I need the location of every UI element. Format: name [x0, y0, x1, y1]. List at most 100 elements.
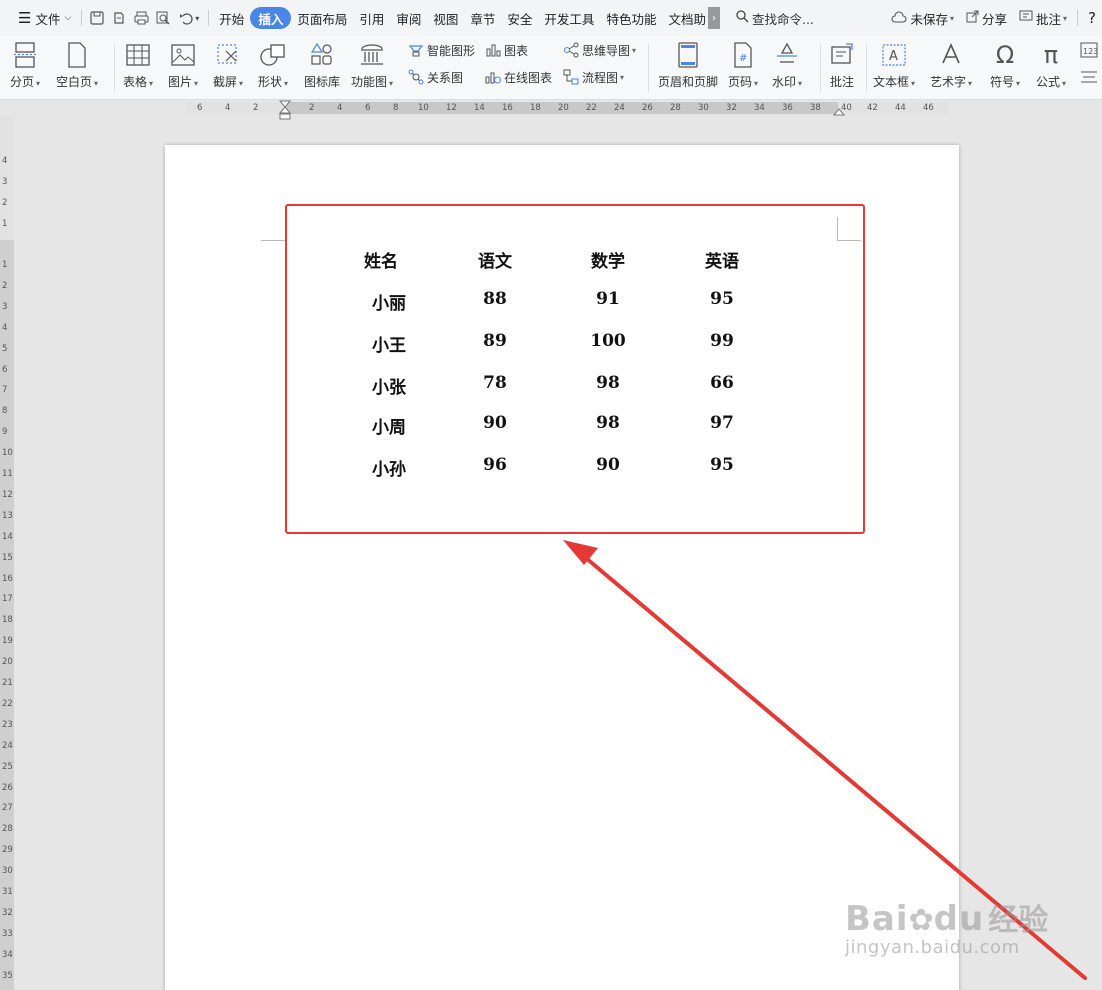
right-indent-marker-icon[interactable] — [833, 106, 845, 116]
chevron-down-icon: ▾ — [1062, 79, 1067, 88]
ruler-tick: 2 — [309, 103, 315, 113]
tab-features[interactable]: 特色功能 — [600, 7, 662, 29]
ruler-tick: 32 — [726, 103, 737, 113]
function-chart-button[interactable]: 功能图 ▾ — [351, 40, 393, 90]
chart-button[interactable]: 图表 — [484, 41, 528, 59]
save-icon[interactable] — [86, 7, 108, 29]
divider — [866, 44, 867, 92]
menubar-right: 未保存 ▾ 分享 批注 ▾ ? — [885, 0, 1102, 36]
number-button[interactable]: 123 — [1080, 42, 1098, 61]
relation-chart-button[interactable]: 关系图 — [407, 68, 463, 86]
document-page[interactable]: 姓名 语文 数学 英语 小丽 88 91 95 小王 89 100 99 小张 78 98 66 小周 90 98 9… — [165, 145, 959, 990]
indent-marker-icon[interactable] — [279, 100, 291, 122]
watermark-icon — [773, 40, 801, 70]
comment-button[interactable]: 批注 ▾ — [1013, 7, 1073, 29]
crop-mark — [261, 219, 285, 241]
divider — [81, 10, 83, 26]
flow-chart-button[interactable]: 流程图 ▾ — [562, 68, 624, 86]
share-button[interactable]: 分享 — [960, 7, 1013, 29]
command-search[interactable]: 查找命令... — [736, 9, 814, 28]
page-break-button[interactable]: 分页 ▾ — [10, 40, 40, 90]
ruler-tick: 1 — [2, 260, 8, 270]
divider — [820, 44, 821, 92]
ruler-tick: 1 — [2, 219, 8, 229]
annotation-button[interactable]: 批注 — [828, 40, 856, 90]
tab-doc-assistant[interactable]: 文档助 — [662, 7, 706, 29]
online-chart-button[interactable]: 在线图表 — [484, 68, 552, 86]
paw-icon: ✿ — [908, 903, 934, 938]
tab-developer[interactable]: 开发工具 — [538, 7, 600, 29]
ruler-tick: 2 — [2, 198, 8, 208]
page-number-icon: # — [729, 40, 757, 70]
ruler-tick: 26 — [2, 782, 13, 793]
tab-security[interactable]: 安全 — [501, 7, 538, 29]
tab-review[interactable]: 审阅 — [390, 7, 427, 29]
tab-home[interactable]: 开始 — [213, 7, 250, 29]
ruler-tick: 8 — [393, 103, 399, 113]
blank-page-button[interactable]: 空白页 ▾ — [56, 40, 98, 90]
picture-button[interactable]: 图片 ▾ — [168, 40, 198, 90]
chevron-down-icon: ▾ — [389, 79, 394, 88]
tab-references[interactable]: 引用 — [353, 7, 390, 29]
ruler-tick: 28 — [2, 824, 13, 835]
icon-library-button[interactable]: 图标库 — [304, 40, 340, 90]
ruler-tick: 14 — [2, 531, 13, 542]
ruler-tick: 18 — [530, 103, 541, 113]
ruler-tick: 16 — [502, 103, 513, 113]
print-icon[interactable] — [130, 7, 152, 29]
smart-art-icon — [407, 41, 425, 59]
symbol-button[interactable]: Ω 符号 ▾ — [990, 40, 1020, 90]
help-button[interactable]: ? — [1082, 7, 1102, 29]
ruler-tick: 26 — [642, 103, 653, 113]
shape-button[interactable]: 形状 ▾ — [258, 40, 288, 90]
export-pdf-icon[interactable] — [108, 7, 130, 29]
tab-page-layout[interactable]: 页面布局 — [291, 7, 353, 29]
scissors-icon — [214, 40, 242, 70]
chevron-down-icon: ▾ — [284, 79, 289, 88]
tabs-more-button[interactable]: › — [707, 7, 720, 29]
undo-icon[interactable]: ▾ — [174, 7, 204, 29]
word-art-button[interactable]: 艺术字 ▾ — [930, 40, 972, 90]
text-box-button[interactable]: A 文本框 ▾ — [873, 40, 915, 90]
comment-icon — [1019, 10, 1033, 26]
file-menu[interactable]: ☰ 文件 ⌵ — [12, 7, 77, 29]
divider — [208, 10, 210, 26]
align-text-button[interactable] — [1080, 70, 1098, 87]
screenshot-button[interactable]: 截屏 ▾ — [213, 40, 243, 90]
chevron-down-icon: ▾ — [949, 13, 954, 23]
page-number-button[interactable]: # 页码 ▾ — [728, 40, 758, 90]
tab-view[interactable]: 视图 — [427, 7, 464, 29]
highlight-box — [285, 204, 865, 534]
watermark-button[interactable]: 水印 ▾ — [772, 40, 802, 90]
menu-bar: ☰ 文件 ⌵ ▾ 开始 插入 页面布局 引用 审阅 视图 章节 安全 开发工具 … — [0, 0, 1102, 36]
divider — [648, 44, 649, 92]
text-box-icon: A — [880, 40, 908, 70]
vertical-ruler[interactable]: 4 3 2 1 1 2 3 4 5 6 7 8 9 10 11 12 13 14 15 16 17 18 19 20 21 22 2… — [0, 116, 14, 990]
table-button[interactable]: 表格 ▾ — [123, 40, 153, 90]
formula-button[interactable]: π 公式 ▾ — [1036, 40, 1066, 90]
horizontal-ruler[interactable]: 6 4 2 2 4 6 8 10 12 14 16 18 20 22 24 26… — [0, 100, 1102, 120]
ruler-tick: 8 — [2, 406, 8, 417]
align-lines-icon — [1080, 70, 1098, 87]
ruler-tick: 15 — [2, 552, 13, 563]
ruler-tick: 34 — [754, 103, 765, 113]
unsaved-button[interactable]: 未保存 ▾ — [885, 7, 960, 29]
smart-art-button[interactable]: 智能图形 — [407, 41, 475, 59]
svg-text:#: # — [739, 53, 747, 64]
svg-text:123: 123 — [1083, 47, 1098, 56]
tab-section[interactable]: 章节 — [464, 7, 501, 29]
ruler-tick: 19 — [2, 636, 13, 647]
ruler-tick: 4 — [337, 103, 343, 113]
ruler-tick: 6 — [365, 103, 371, 113]
ruler-tick: 6 — [197, 103, 203, 113]
ruler-tick: 13 — [2, 510, 13, 521]
word-art-icon — [937, 40, 965, 70]
chevron-down-icon: ⌵ — [64, 13, 72, 23]
tab-insert[interactable]: 插入 — [250, 7, 292, 29]
search-icon — [736, 10, 749, 26]
mind-map-button[interactable]: 思维导图 ▾ — [562, 41, 636, 59]
ruler-tick: 3 — [2, 177, 8, 187]
hamburger-icon: ☰ — [18, 9, 32, 27]
print-preview-icon[interactable] — [152, 7, 174, 29]
header-footer-button[interactable]: 页眉和页脚 — [658, 40, 718, 90]
